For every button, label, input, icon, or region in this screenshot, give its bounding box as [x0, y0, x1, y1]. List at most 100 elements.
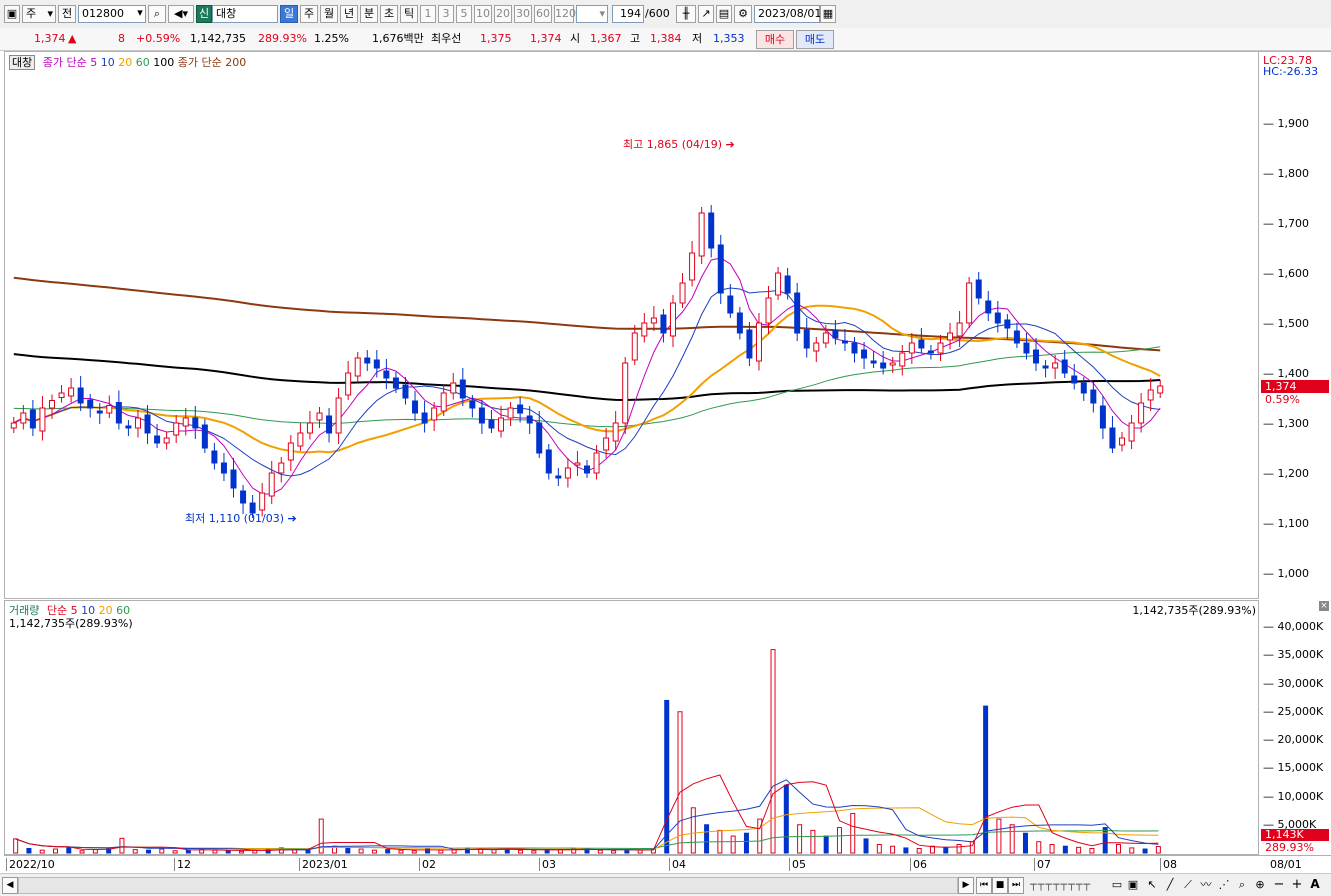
- volume-bar: [1155, 846, 1161, 854]
- period-tab-minute[interactable]: 분: [360, 5, 378, 23]
- price-axis[interactable]: LC:23.78 HC:-26.33 — 1,900— 1,800— 1,700…: [1259, 51, 1331, 599]
- wave-icon[interactable]: 〰: [1198, 877, 1214, 892]
- interval-3[interactable]: 3: [438, 5, 454, 23]
- open-value: 1,367: [590, 32, 622, 45]
- legend-ma20: 20: [118, 56, 133, 69]
- candle-body: [173, 422, 180, 436]
- interval-30[interactable]: 30: [514, 5, 532, 23]
- candle-body: [1033, 349, 1040, 364]
- price-tick-label: — 1,800: [1263, 167, 1309, 180]
- buy-button[interactable]: 매수: [756, 30, 794, 49]
- stop-icon[interactable]: ■: [992, 877, 1008, 894]
- magnifier-icon[interactable]: ⌕: [1234, 877, 1250, 892]
- candle-body: [268, 472, 275, 497]
- close-icon[interactable]: ×: [1319, 601, 1329, 611]
- calendar-icon[interactable]: ▦: [820, 5, 836, 23]
- candle-body: [851, 342, 858, 354]
- price-tick-label: — 1,700: [1263, 217, 1309, 230]
- period-tab-tick[interactable]: 틱: [400, 5, 418, 23]
- candle-body: [746, 329, 753, 359]
- pointer-icon[interactable]: ↖: [1144, 877, 1160, 892]
- candle-body: [994, 312, 1001, 324]
- period-tab-month[interactable]: 월: [320, 5, 338, 23]
- volume-chart-panel[interactable]: 거래량 단순 5 10 20 60 1,142,735주(289.93%) 1,…: [4, 600, 1259, 855]
- bottom-toolbar: ◀ ▶ ⏮ ■ ⏭ ┬┬┬┬┬┬┬┬ ▭ ▣ ↖ ╱ ⟋ 〰 ⋰ ⌕ ⊕ − +…: [0, 873, 1331, 896]
- candle-body: [937, 342, 944, 354]
- interval-5[interactable]: 5: [456, 5, 472, 23]
- candle-body: [698, 212, 705, 257]
- period-tab-week[interactable]: 주: [300, 5, 318, 23]
- chevron-down-icon[interactable]: ▾: [133, 5, 147, 23]
- date-label: 08: [1160, 858, 1177, 871]
- draw-icon[interactable]: ↗: [698, 5, 714, 23]
- volume-axis[interactable]: × — 40,000K — 35,000K — 30,000K — 25,000K — …: [1259, 600, 1331, 855]
- zoom-out-icon[interactable]: −: [1272, 877, 1286, 892]
- candle-body: [1147, 389, 1154, 401]
- price-tick-label: — 1,000: [1263, 567, 1309, 580]
- volume-bar: [159, 848, 165, 854]
- interval-20[interactable]: 20: [494, 5, 512, 23]
- volume-bar: [92, 849, 98, 854]
- interval-10[interactable]: 10: [474, 5, 492, 23]
- candle-body: [612, 422, 619, 442]
- interval-custom-input[interactable]: ▾: [576, 5, 608, 23]
- volume-bar: [770, 649, 776, 854]
- candle-body: [335, 397, 342, 434]
- stock-name-field[interactable]: 대창: [212, 5, 278, 23]
- price-chart-panel[interactable]: 대창 종가 단순 5 10 20 60 100 종가 단순 200 최고 1,8…: [4, 51, 1259, 599]
- period-tab-year[interactable]: 년: [340, 5, 358, 23]
- volume-bar: [863, 838, 869, 854]
- new-badge[interactable]: 신: [196, 5, 212, 23]
- font-size-icon[interactable]: A: [1308, 877, 1322, 892]
- line-icon[interactable]: ╱: [1162, 877, 1178, 892]
- legend-ma5: 5: [90, 56, 98, 69]
- quote-change-pct: +0.59%: [136, 32, 181, 45]
- prev-button[interactable]: 전: [58, 5, 76, 23]
- period-tab-day[interactable]: 일: [280, 5, 298, 23]
- save-icon[interactable]: ▤: [716, 5, 732, 23]
- candle-body: [364, 357, 371, 364]
- speaker-icon[interactable]: ◀▾: [168, 5, 194, 23]
- minimize-icon[interactable]: ▭: [1110, 877, 1124, 892]
- volume-bar: [890, 845, 896, 854]
- candle-body: [220, 462, 227, 474]
- plus-icon[interactable]: +: [1290, 877, 1304, 892]
- fan-icon[interactable]: ⋰: [1216, 877, 1232, 892]
- scrollbar-track[interactable]: [18, 877, 958, 894]
- gear-icon[interactable]: ⚙: [734, 5, 752, 23]
- candle-body: [794, 292, 801, 334]
- candle-body: [29, 409, 36, 429]
- market-select[interactable]: 주 ▾: [22, 5, 56, 23]
- candle-body: [1004, 319, 1011, 329]
- screen-icon[interactable]: ▣: [4, 5, 20, 23]
- candle-icon[interactable]: ╫: [676, 5, 696, 23]
- interval-1[interactable]: 1: [420, 5, 436, 23]
- rewind-icon[interactable]: ⏮: [976, 877, 992, 894]
- legend-stock-name[interactable]: 대창: [9, 55, 36, 70]
- high-annotation-text: 최고 1,865 (04/19): [623, 138, 723, 151]
- date-input[interactable]: 2023/08/01: [754, 5, 821, 23]
- candle-body: [297, 432, 304, 447]
- window-icon[interactable]: ▣: [1126, 877, 1140, 892]
- sell-button[interactable]: 매도: [796, 30, 834, 49]
- candle-body: [1080, 382, 1087, 394]
- zoom-slider[interactable]: ┬┬┬┬┬┬┬┬: [1030, 877, 1106, 892]
- search-icon[interactable]: ⌕: [148, 5, 166, 23]
- zoom-in-icon[interactable]: ⊕: [1252, 877, 1268, 892]
- volume-bar: [876, 844, 882, 854]
- fast-forward-icon[interactable]: ⏭: [1008, 877, 1024, 894]
- quote-volume-ratio: 289.93%: [258, 32, 307, 45]
- current-volume-tag: 1,143K: [1261, 829, 1329, 841]
- candle-body: [1157, 385, 1164, 394]
- period-tab-second[interactable]: 초: [380, 5, 398, 23]
- trend-icon[interactable]: ⟋: [1180, 877, 1196, 892]
- candle-body: [755, 322, 762, 362]
- scroll-left-icon[interactable]: ◀: [2, 877, 18, 894]
- candle-body: [383, 370, 390, 379]
- interval-120[interactable]: 120: [554, 5, 576, 23]
- scroll-right-icon[interactable]: ▶: [958, 877, 974, 894]
- count-input[interactable]: 194: [612, 5, 644, 23]
- candle-body: [77, 387, 84, 404]
- candle-body: [660, 314, 667, 334]
- interval-60[interactable]: 60: [534, 5, 552, 23]
